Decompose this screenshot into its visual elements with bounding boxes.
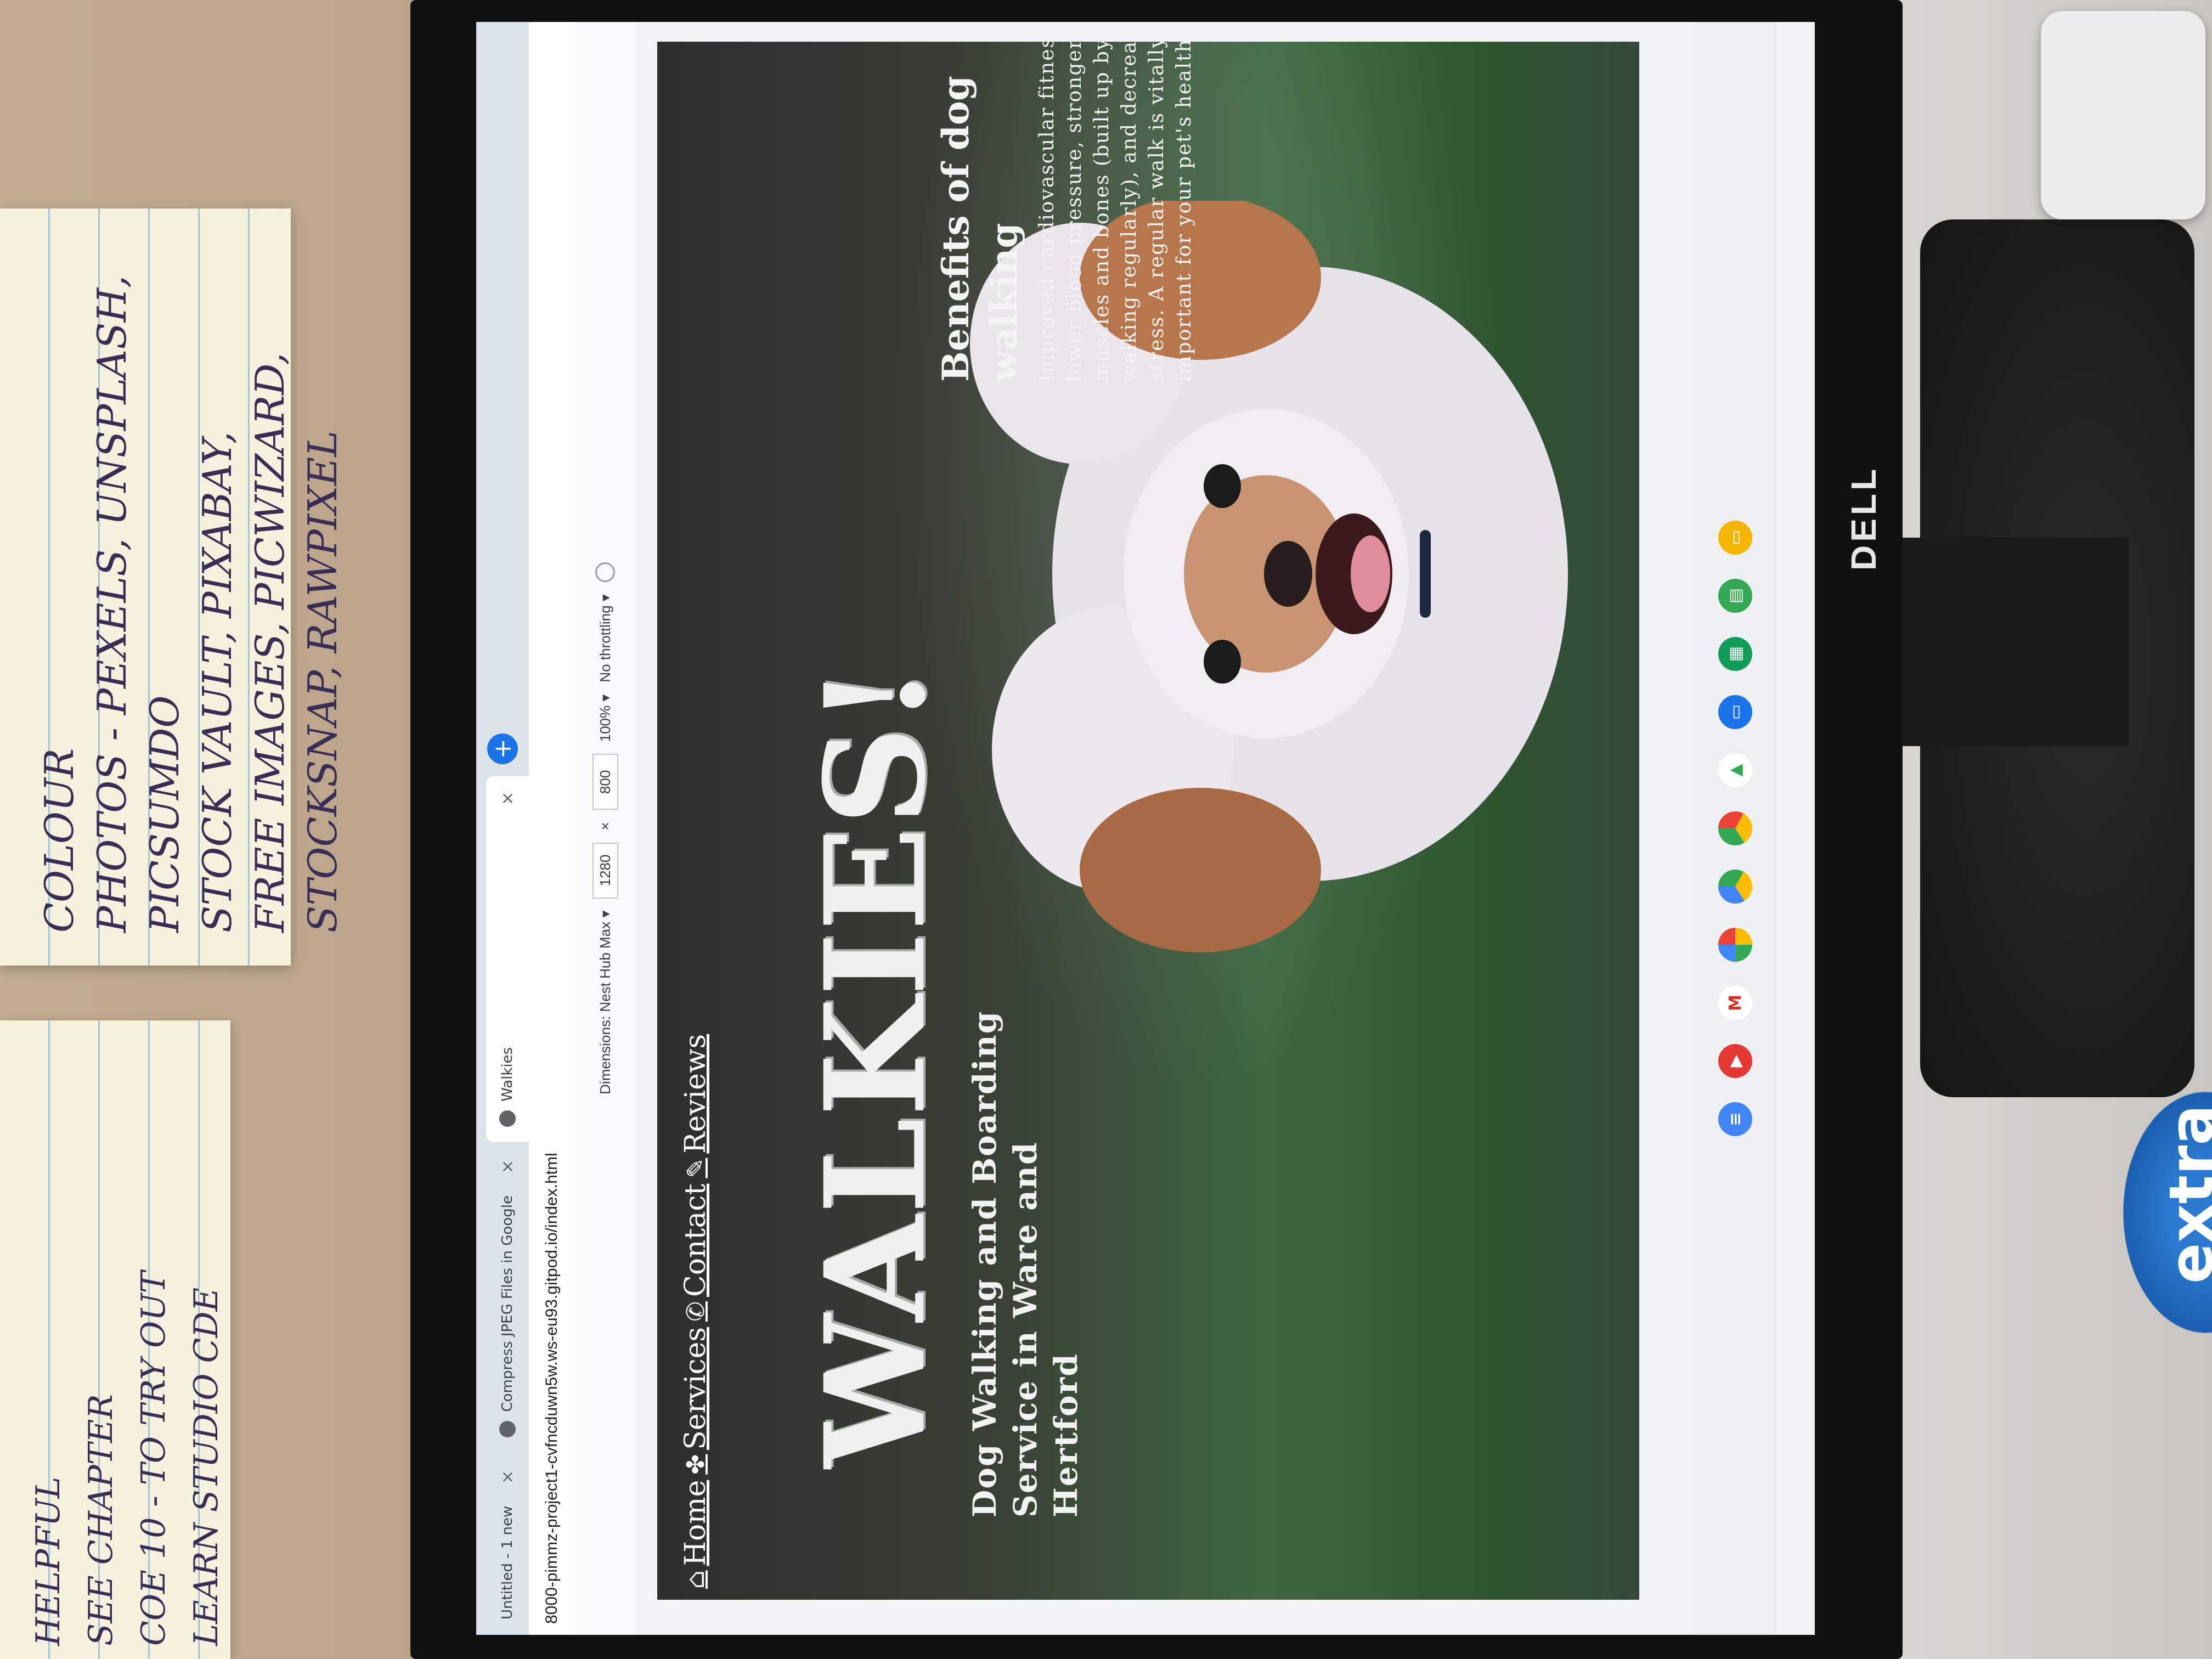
sheets-icon[interactable]: ▤: [1718, 579, 1752, 613]
benefits-title: Benefits of dog walking: [934, 75, 1025, 382]
throttling-dropdown[interactable]: No throttling ▾: [597, 594, 614, 682]
site-nav: ⌂ Home ✤ Services ✆ Contact ✎ Reviews: [679, 1034, 712, 1589]
pencil-icon: ✎: [681, 1158, 710, 1178]
nav-contact[interactable]: ✆ Contact: [679, 1184, 712, 1322]
taskbar: ≡ ▶ M ▲ ▭ ▦ ▤ ▭: [1694, 22, 1776, 1635]
drive-icon[interactable]: [1718, 870, 1752, 904]
hero-subtitle: Dog Walking and Boarding Service in Ware…: [966, 1010, 1085, 1517]
tab-label: Compress JPEG Files in Google: [499, 1195, 516, 1412]
globe-icon: [499, 1110, 516, 1127]
nav-label: Services: [679, 1327, 712, 1450]
address-bar[interactable]: 8000-pimmz-project1-cvfncduwn5w.ws-eu93.…: [529, 22, 576, 1635]
nav-label: Home: [679, 1480, 712, 1566]
nav-label: Contact: [679, 1183, 712, 1297]
nav-services[interactable]: ✤ Services: [679, 1327, 712, 1475]
gum-label: extra: [2156, 1104, 2212, 1284]
close-icon[interactable]: ×: [498, 792, 517, 805]
slides-icon[interactable]: ▭: [1718, 521, 1752, 555]
remote-control: [2041, 11, 2205, 219]
zoom-dropdown[interactable]: 100% ▾: [597, 695, 614, 742]
chrome-icon[interactable]: [1718, 811, 1752, 845]
screen: Untitled - 1 new × Compress JPEG Files i…: [476, 22, 1815, 1635]
classroom-icon[interactable]: ▦: [1718, 637, 1752, 671]
tab-label: Walkies: [499, 1047, 516, 1102]
height-input[interactable]: 800: [592, 754, 618, 810]
nav-label: Reviews: [679, 1034, 712, 1154]
youtube-icon[interactable]: ▶: [1718, 1044, 1752, 1078]
photos-icon[interactable]: [1718, 928, 1752, 962]
docs-icon[interactable]: ≡: [1718, 1102, 1752, 1136]
new-tab-button[interactable]: +: [487, 733, 518, 764]
home-icon: ⌂: [681, 1570, 710, 1589]
benefits-text: Improved cardiovascular fitness, lower b…: [1036, 42, 1195, 382]
rotate-icon[interactable]: [595, 562, 615, 583]
phone-icon: ✆: [681, 1301, 710, 1322]
dell-logo: DELL: [1844, 465, 1883, 571]
sticky-note-1-text: COLOUR PHOTOS - PEXELS, UNSPLASH, PICSUM…: [36, 275, 346, 933]
favicon-icon: [499, 1420, 516, 1437]
play-store-icon[interactable]: ▲: [1718, 753, 1752, 787]
gmail-icon[interactable]: M: [1718, 986, 1752, 1020]
device-toolbar: Dimensions: Nest Hub Max ▾ 1280 × 800 10…: [575, 22, 635, 1635]
close-icon[interactable]: ×: [498, 1160, 517, 1173]
times-symbol: ×: [596, 822, 613, 831]
sticky-note-2-text: HELPFUL SEE CHAPTER COE 10 - TO TRY OUT …: [29, 1271, 225, 1646]
tab-walkies[interactable]: Walkies ×: [486, 776, 529, 1142]
page-viewport: ⌂ Home ✤ Services ✆ Contact ✎ Reviews WALKIE…: [657, 42, 1639, 1600]
nav-reviews[interactable]: ✎ Reviews: [679, 1034, 712, 1178]
files-icon[interactable]: ▭: [1718, 695, 1752, 729]
url-text[interactable]: 8000-pimmz-project1-cvfncduwn5w.ws-eu93.…: [543, 1153, 561, 1624]
width-input[interactable]: 1280: [592, 842, 618, 899]
hero-title: WALKIES!: [794, 664, 956, 1468]
monitor-stand-neck: [1898, 538, 2129, 746]
sticky-note-1: COLOUR PHOTOS - PEXELS, UNSPLASH, PICSUM…: [0, 208, 346, 966]
close-icon[interactable]: ×: [498, 1470, 517, 1484]
nav-home[interactable]: ⌂ Home: [679, 1480, 712, 1589]
tab-compress-jpeg[interactable]: Compress JPEG Files in Google ×: [486, 1144, 529, 1453]
benefits-panel: Benefits of dog walking Improved cardiov…: [932, 42, 1198, 382]
paw-icon: ✤: [681, 1454, 710, 1475]
tab-label: Untitled - 1 new: [499, 1505, 516, 1620]
sticky-note-2: HELPFUL SEE CHAPTER COE 10 - TO TRY OUT …: [0, 1020, 230, 1659]
dimensions-dropdown[interactable]: Dimensions: Nest Hub Max ▾: [597, 911, 614, 1094]
tab-bar: Untitled - 1 new × Compress JPEG Files i…: [476, 22, 529, 1635]
tab-untitled[interactable]: Untitled - 1 new ×: [486, 1455, 529, 1635]
